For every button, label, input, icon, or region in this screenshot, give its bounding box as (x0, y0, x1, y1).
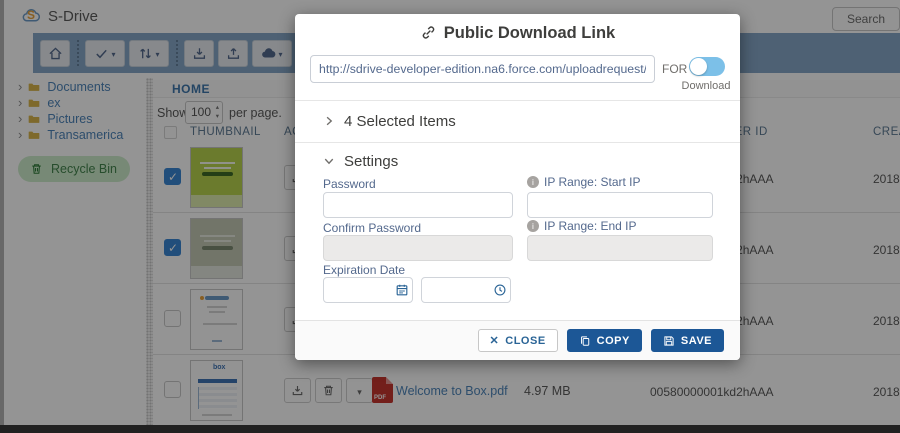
save-icon (663, 335, 675, 347)
confirm-password-label: Confirm Password (323, 221, 421, 235)
password-label: Password (323, 177, 376, 191)
chevron-right-icon[interactable] (323, 115, 335, 127)
for-label: FOR (662, 62, 687, 76)
close-icon (490, 334, 506, 347)
close-button[interactable]: CLOSE (478, 329, 558, 352)
ip-start-label-text: IP Range: Start IP (544, 175, 641, 189)
clock-icon[interactable] (493, 283, 507, 302)
copy-icon (579, 335, 591, 347)
download-toggle[interactable] (689, 57, 725, 76)
copy-button[interactable]: COPY (567, 329, 642, 352)
ip-start-label: IP Range: Start IP (527, 175, 641, 189)
info-icon[interactable] (527, 176, 539, 188)
ip-end-input (527, 235, 713, 261)
calendar-icon[interactable] (395, 283, 409, 302)
screen: S S-Drive Search Documents ex (0, 0, 900, 433)
copy-button-label: COPY (597, 335, 630, 347)
divider (295, 142, 740, 143)
chevron-down-icon[interactable] (323, 155, 335, 167)
ip-end-label: IP Range: End IP (527, 219, 637, 233)
save-button[interactable]: SAVE (651, 329, 724, 352)
modal-footer: CLOSE COPY SAVE (295, 320, 740, 360)
public-download-link-modal: Public Download Link FOR Download 4 Sele… (295, 14, 740, 360)
confirm-password-input (323, 235, 513, 261)
password-input[interactable] (323, 192, 513, 218)
expiration-date-label: Expiration Date (323, 263, 405, 277)
toggle-knob[interactable] (690, 58, 707, 75)
selected-items-accordion[interactable]: 4 Selected Items (323, 113, 456, 130)
link-icon (420, 25, 437, 40)
download-toggle-label: Download (678, 80, 734, 92)
modal-title-text: Public Download Link (444, 24, 615, 42)
ip-end-label-text: IP Range: End IP (544, 219, 637, 233)
divider (295, 100, 740, 101)
settings-accordion[interactable]: Settings (323, 153, 398, 170)
close-button-label: CLOSE (505, 335, 545, 347)
selected-items-label[interactable]: 4 Selected Items (344, 113, 456, 130)
info-icon[interactable] (527, 220, 539, 232)
settings-label[interactable]: Settings (344, 153, 398, 170)
ip-start-input[interactable] (527, 192, 713, 218)
save-button-label: SAVE (681, 335, 712, 347)
modal-title: Public Download Link (295, 24, 740, 43)
public-link-url-input[interactable] (310, 55, 655, 83)
